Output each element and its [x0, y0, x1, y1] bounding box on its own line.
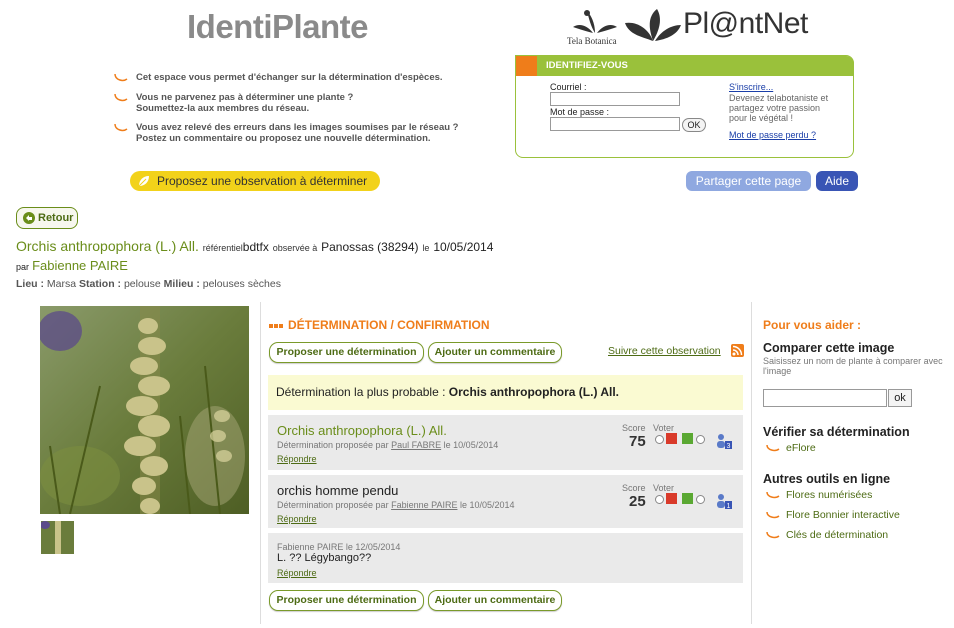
reply-link[interactable]: Répondre — [277, 568, 317, 578]
observation-photo[interactable] — [40, 306, 249, 514]
compare-plant-input[interactable] — [763, 389, 887, 407]
swirl-bullet-icon — [114, 93, 128, 102]
login-title: IDENTIFIEZ-VOUS — [546, 60, 628, 71]
vote-label: Voter — [653, 423, 675, 433]
score-label: Score — [622, 483, 646, 493]
tools-title: Autres outils en ligne — [763, 472, 891, 486]
intro-item: Vous avez relevé des erreurs dans les im… — [114, 122, 514, 144]
signup-info: Devenez telabotaniste et partagez votre … — [729, 93, 829, 123]
login-ok-button[interactable]: OK — [682, 118, 706, 132]
eflore-link[interactable]: eFlore — [766, 442, 816, 454]
proposal-meta: Détermination proposée par Fabienne PAIR… — [277, 500, 515, 510]
propose-observation-button[interactable]: Proposez une observation à déterminer — [130, 171, 380, 191]
thumb-up-icon — [682, 433, 693, 444]
comment-header: Fabienne PAIRE le 12/05/2014 — [277, 542, 401, 552]
score-label: Score — [622, 423, 646, 433]
svg-text:1: 1 — [727, 503, 731, 509]
swirl-bullet-icon — [766, 512, 780, 519]
password-label: Mot de passe : — [550, 107, 610, 117]
email-label: Courriel : — [550, 82, 587, 92]
vote-for-radio[interactable] — [696, 435, 705, 444]
observation-title: Orchis anthropophora (L.) All. référenti… — [16, 238, 494, 254]
determination-section-title: DÉTERMINATION / CONFIRMATION — [269, 318, 490, 332]
propose-determination-button[interactable]: Proposer une détermination — [269, 342, 424, 363]
swirl-bullet-icon — [766, 532, 780, 539]
compare-title: Comparer cette image — [763, 341, 895, 355]
tela-botanica-label: Tela Botanica — [567, 36, 617, 46]
back-button[interactable]: Retour — [16, 207, 78, 229]
plantnet-leaves-icon[interactable] — [623, 7, 683, 43]
follow-observation-link[interactable]: Suivre cette observation — [608, 345, 721, 357]
swirl-bullet-icon — [766, 492, 780, 499]
proposal-name[interactable]: Orchis anthropophora (L.) All. — [277, 423, 447, 438]
swirl-bullet-icon — [114, 73, 128, 82]
tool-link[interactable]: Flores numérisées — [766, 489, 872, 501]
thumb-down-icon — [666, 433, 677, 444]
lost-password-link[interactable]: Mot de passe perdu ? — [729, 130, 816, 140]
vote-for-radio[interactable] — [696, 495, 705, 504]
swirl-bullet-icon — [114, 123, 128, 132]
swirl-bullet-icon — [766, 445, 780, 452]
proposal-meta: Détermination proposée par Paul FABRE le… — [277, 440, 499, 450]
add-comment-button[interactable]: Ajouter un commentaire — [428, 590, 562, 611]
score-value: 25 — [629, 493, 646, 510]
tool-link[interactable]: Flore Bonnier interactive — [766, 509, 900, 521]
plantnet-label[interactable]: Pl@ntNet — [683, 7, 808, 41]
help-title: Pour vous aider : — [763, 318, 862, 332]
leaf-icon — [138, 176, 149, 187]
dots-icon — [269, 318, 284, 332]
vote-against-radio[interactable] — [655, 495, 664, 504]
rss-icon[interactable] — [731, 344, 744, 357]
partner-logos: Tela Botanica Pl@ntNet — [565, 5, 825, 50]
site-title[interactable]: IdentiPlante — [187, 8, 369, 46]
observation-author: par Fabienne PAIRE — [16, 258, 128, 273]
proposal-name[interactable]: orchis homme pendu — [277, 483, 398, 498]
tool-link[interactable]: Clés de détermination — [766, 529, 888, 541]
thumb-down-icon — [666, 493, 677, 504]
reply-link[interactable]: Répondre — [277, 514, 317, 524]
add-comment-button[interactable]: Ajouter un commentaire — [428, 342, 562, 363]
thumb-up-icon — [682, 493, 693, 504]
vote-against-radio[interactable] — [655, 435, 664, 444]
compare-description: Saisissez un nom de plante à comparer av… — [763, 356, 943, 376]
password-field[interactable] — [550, 117, 680, 131]
proposal-card: orchis homme pendu Détermination proposé… — [268, 475, 743, 528]
propose-determination-button[interactable]: Proposer une détermination — [269, 590, 424, 611]
comment-card: Fabienne PAIRE le 12/05/2014 L. ?? Légyb… — [268, 533, 743, 583]
vote-label: Voter — [653, 483, 675, 493]
comment-text: L. ?? Légybangо?? — [277, 552, 372, 564]
intro-item: Cet espace vous permet d'échanger sur la… — [114, 72, 514, 83]
proposal-card: Orchis anthropophora (L.) All. Détermina… — [268, 415, 743, 470]
intro-item: Vous ne parvenez pas à déterminer une pl… — [114, 92, 514, 114]
login-box: IDENTIFIEZ-VOUS Courriel : Mot de passe … — [515, 55, 854, 158]
svg-text:3: 3 — [727, 443, 731, 449]
share-page-button[interactable]: Partager cette page — [686, 171, 811, 191]
photo-thumbnail[interactable] — [41, 521, 74, 554]
signup-link[interactable]: S'inscrire... — [729, 82, 773, 92]
verify-title: Vérifier sa détermination — [763, 425, 910, 439]
reply-link[interactable]: Répondre — [277, 454, 317, 464]
observation-location: Lieu : Marsa Station : pelouse Milieu : … — [16, 278, 281, 290]
probable-determination: Détermination la plus probable : Orchis … — [268, 375, 743, 410]
back-arrow-icon — [23, 212, 35, 224]
login-header: IDENTIFIEZ-VOUS — [516, 56, 854, 76]
voters-icon[interactable]: 1 — [716, 493, 732, 509]
species-name[interactable]: Orchis anthropophora (L.) All. — [16, 238, 199, 254]
score-value: 75 — [629, 433, 646, 450]
help-button[interactable]: Aide — [816, 171, 858, 191]
email-field[interactable] — [550, 92, 680, 106]
compare-ok-button[interactable]: ok — [888, 389, 912, 407]
voters-icon[interactable]: 3 — [716, 433, 732, 449]
